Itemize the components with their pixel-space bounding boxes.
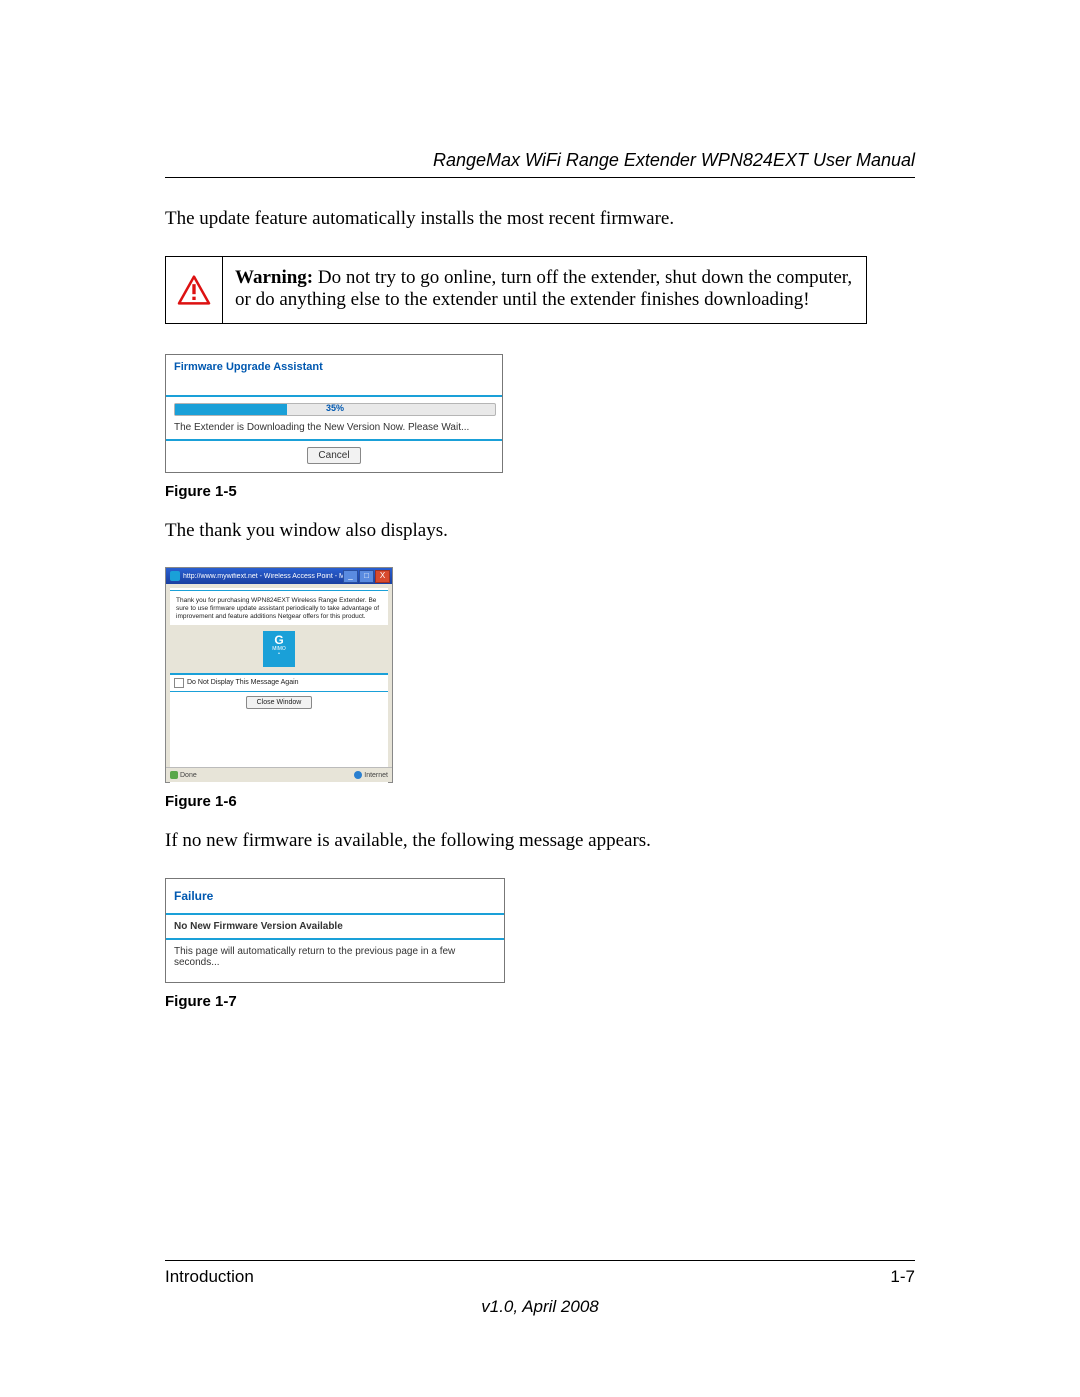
- fig5-message: The Extender is Downloading the New Vers…: [166, 420, 502, 441]
- done-icon: [170, 771, 178, 779]
- logo-main: G: [274, 633, 283, 647]
- mimo-logo: G MIMO •: [263, 631, 295, 667]
- do-not-display-label: Do Not Display This Message Again: [187, 679, 299, 686]
- thank-you-text: Thank you for purchasing WPN824EXT Wirel…: [170, 591, 388, 624]
- figure-1-5-caption: Figure 1-5: [165, 483, 915, 500]
- figure-1-6-screenshot: http://www.mywifiext.net - Wireless Acce…: [165, 567, 393, 783]
- footer-section: Introduction: [165, 1267, 254, 1287]
- body-paragraph-1: The update feature automatically install…: [165, 206, 915, 232]
- page-footer: Introduction 1-7 v1.0, April 2008: [165, 1260, 915, 1317]
- minimize-button[interactable]: _: [343, 570, 358, 583]
- maximize-button[interactable]: □: [359, 570, 374, 583]
- warning-icon: [166, 257, 223, 323]
- fig7-subtitle: No New Firmware Version Available: [166, 915, 504, 940]
- window-title: http://www.mywifiext.net - Wireless Acce…: [183, 573, 343, 580]
- warning-text: Warning: Do not try to go online, turn o…: [223, 257, 866, 323]
- fig5-title: Firmware Upgrade Assistant: [166, 355, 502, 397]
- footer-page-number: 1-7: [890, 1267, 915, 1287]
- close-window-button[interactable]: Close Window: [246, 696, 313, 709]
- progress-percent: 35%: [175, 403, 495, 413]
- window-titlebar: http://www.mywifiext.net - Wireless Acce…: [166, 568, 392, 584]
- cancel-button[interactable]: Cancel: [307, 447, 360, 464]
- warning-label: Warning:: [235, 267, 313, 288]
- close-button[interactable]: X: [375, 570, 390, 583]
- fig7-title: Failure: [166, 879, 504, 915]
- figure-1-7-caption: Figure 1-7: [165, 993, 915, 1010]
- status-bar: Done Internet: [166, 767, 392, 782]
- internet-icon: [354, 771, 362, 779]
- do-not-display-checkbox[interactable]: [174, 678, 184, 688]
- status-done: Done: [180, 772, 197, 779]
- running-header: RangeMax WiFi Range Extender WPN824EXT U…: [165, 150, 915, 178]
- logo-sub2: •: [263, 652, 295, 658]
- figure-1-5-screenshot: Firmware Upgrade Assistant 35% The Exten…: [165, 354, 503, 473]
- figure-1-6-caption: Figure 1-6: [165, 793, 915, 810]
- body-paragraph-2: The thank you window also displays.: [165, 518, 915, 544]
- figure-1-7-screenshot: Failure No New Firmware Version Availabl…: [165, 878, 505, 983]
- progress-bar: 35%: [174, 403, 496, 416]
- body-paragraph-3: If no new firmware is available, the fol…: [165, 828, 915, 854]
- warning-box: Warning: Do not try to go online, turn o…: [165, 256, 867, 324]
- footer-version: v1.0, April 2008: [165, 1297, 915, 1317]
- ie-icon: [170, 571, 180, 581]
- status-internet: Internet: [364, 772, 388, 779]
- fig7-message: This page will automatically return to t…: [166, 940, 504, 982]
- warning-body: Do not try to go online, turn off the ex…: [235, 267, 852, 310]
